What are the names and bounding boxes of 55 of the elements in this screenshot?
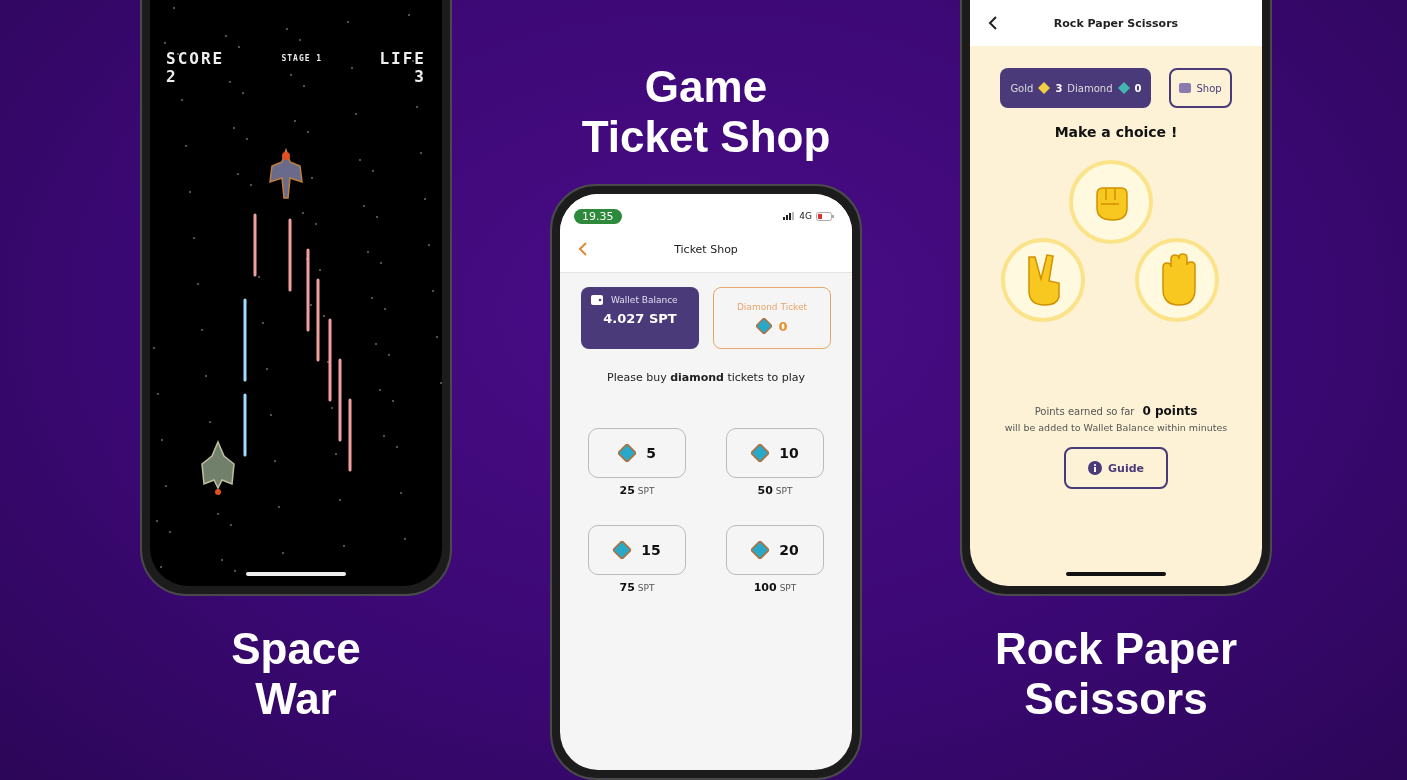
screen-title: Ticket Shop: [674, 242, 738, 256]
back-icon[interactable]: [988, 15, 998, 31]
diamond-icon: [1117, 82, 1130, 94]
life-value: 3: [414, 68, 426, 86]
diamond-icon: [613, 541, 632, 559]
points-value: 0 points: [1142, 404, 1198, 418]
caption-title: Rock Paper: [994, 624, 1238, 674]
ticket-label: Diamond Ticket: [736, 302, 808, 312]
wallet-icon: [591, 295, 603, 305]
coin-gem-icon: [1038, 82, 1051, 94]
diamond-icon: [751, 444, 770, 462]
signal-icon: [783, 212, 796, 220]
price-unit: SPT: [637, 486, 655, 496]
caption-title: Space: [231, 624, 361, 674]
score-value: 2: [166, 68, 179, 86]
shop-button[interactable]: Shop: [1169, 68, 1232, 108]
player-ship-icon: [198, 440, 238, 496]
network-label: 4G: [799, 211, 812, 221]
caption-title: Game: [644, 62, 768, 112]
price-value: 50: [757, 484, 773, 497]
diamond-icon: [618, 444, 637, 462]
stage-label: STAGE 1: [281, 54, 323, 63]
caption-title: Ticket Shop: [581, 112, 831, 162]
ticket-package-button[interactable]: 5: [588, 428, 686, 478]
screen-title: Rock Paper Scissors: [1053, 16, 1179, 30]
prompt-heading: Make a choice !: [1054, 124, 1178, 140]
guide-button[interactable]: Guide: [1064, 447, 1168, 489]
points-note: will be added to Wallet Balance within minutes: [1004, 422, 1228, 433]
diamond-icon: [756, 318, 773, 334]
ticket-package-button[interactable]: 15: [588, 525, 686, 575]
ticket-package-button[interactable]: 20: [726, 525, 824, 575]
price-unit: SPT: [637, 583, 655, 593]
points-label: Points earned so far: [1034, 406, 1135, 417]
price-unit: SPT: [775, 486, 793, 496]
wallet-value: 4.027 SPT: [602, 311, 678, 326]
score-label: SCORE: [166, 50, 225, 68]
ticket-count: 0: [778, 318, 788, 334]
ticket-package-button[interactable]: 10: [726, 428, 824, 478]
info-icon: [1088, 461, 1102, 475]
clock-badge: 19.35: [574, 208, 622, 224]
diamond-label: Diamond: [1067, 82, 1113, 94]
price-unit: SPT: [779, 583, 797, 593]
price-value: 25: [619, 484, 635, 497]
currency-label: Gold: [1010, 82, 1034, 94]
life-label: LIFE: [379, 50, 426, 68]
wallet-label: Wallet Balance: [611, 295, 678, 305]
diamond-icon: [751, 541, 770, 559]
currency-value: 3: [1055, 82, 1063, 94]
instruction-text: Please buy diamond tickets to play: [607, 371, 805, 384]
diamond-value: 0: [1134, 82, 1142, 94]
caption-title: War: [255, 674, 337, 724]
battery-icon: [816, 211, 834, 221]
price-value: 75: [619, 581, 635, 594]
price-value: 100: [753, 581, 777, 594]
caption-title: Scissors: [1024, 674, 1208, 724]
